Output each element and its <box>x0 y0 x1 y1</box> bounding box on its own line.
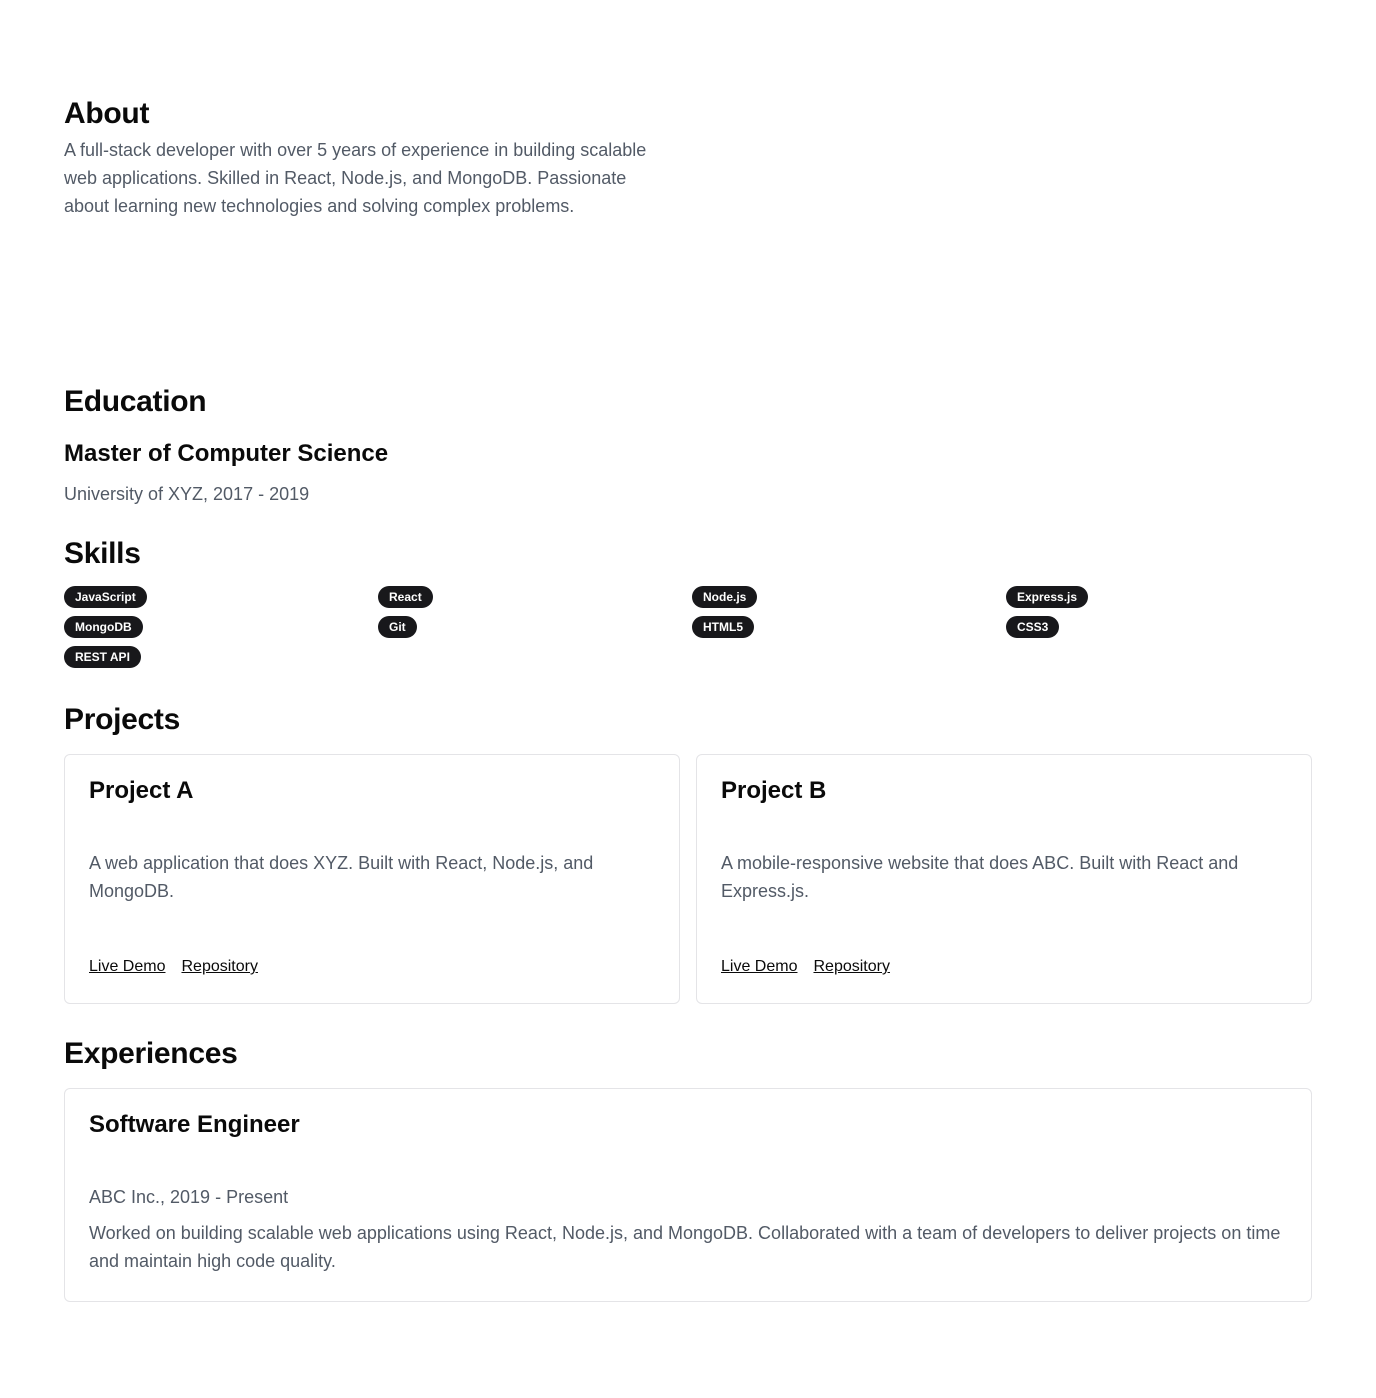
skills-heading: Skills <box>64 537 141 570</box>
skill-badge: MongoDB <box>64 616 143 638</box>
projects-section: Projects Project A A web application tha… <box>64 702 1312 1004</box>
job-description: Worked on building scalable web applicat… <box>89 1223 1281 1271</box>
project-title: Project B <box>721 777 827 804</box>
about-section: About A full-stack developer with over 5… <box>64 96 664 220</box>
live-demo-link[interactable]: Live Demo <box>721 958 797 975</box>
live-demo-link[interactable]: Live Demo <box>89 958 165 975</box>
repository-link[interactable]: Repository <box>813 958 889 975</box>
project-description: A mobile-responsive website that does AB… <box>721 853 1239 901</box>
skill-badge: Git <box>378 616 417 638</box>
skills-section: Skills JavaScript React Node.js Express.… <box>64 536 1312 668</box>
experience-card: Software Engineer ABC Inc., 2019 - Prese… <box>64 1088 1312 1302</box>
skill-badge: JavaScript <box>64 586 147 608</box>
degree-title: Master of Computer Science <box>64 440 389 467</box>
skill-badge: REST API <box>64 646 141 668</box>
project-card: Project B A mobile-responsive website th… <box>696 754 1312 1004</box>
project-title: Project A <box>89 777 194 804</box>
skill-badge: CSS3 <box>1006 616 1060 638</box>
project-card: Project A A web application that does XY… <box>64 754 680 1004</box>
about-text: A full-stack developer with over 5 years… <box>64 140 647 216</box>
projects-grid: Project A A web application that does XY… <box>64 754 1312 1004</box>
repository-link[interactable]: Repository <box>181 958 257 975</box>
project-links: Live Demo Repository <box>89 955 274 979</box>
skills-grid: JavaScript React Node.js Express.js Mong… <box>64 586 1312 668</box>
experiences-heading: Experiences <box>64 1037 238 1070</box>
projects-heading: Projects <box>64 703 180 736</box>
skill-badge: React <box>378 586 433 608</box>
school-info: University of XYZ, 2017 - 2019 <box>64 484 310 504</box>
company-info: ABC Inc., 2019 - Present <box>89 1187 289 1207</box>
project-description: A web application that does XYZ. Built w… <box>89 853 594 901</box>
skill-badge: Express.js <box>1006 586 1089 608</box>
project-links: Live Demo Repository <box>721 955 906 979</box>
experiences-section: Experiences Software Engineer ABC Inc., … <box>64 1036 1312 1302</box>
education-section: Education Master of Computer Science Uni… <box>64 384 1312 508</box>
skill-badge: Node.js <box>692 586 758 608</box>
about-heading: About <box>64 97 150 130</box>
education-heading: Education <box>64 385 207 418</box>
job-title: Software Engineer <box>89 1111 300 1138</box>
skill-badge: HTML5 <box>692 616 754 638</box>
